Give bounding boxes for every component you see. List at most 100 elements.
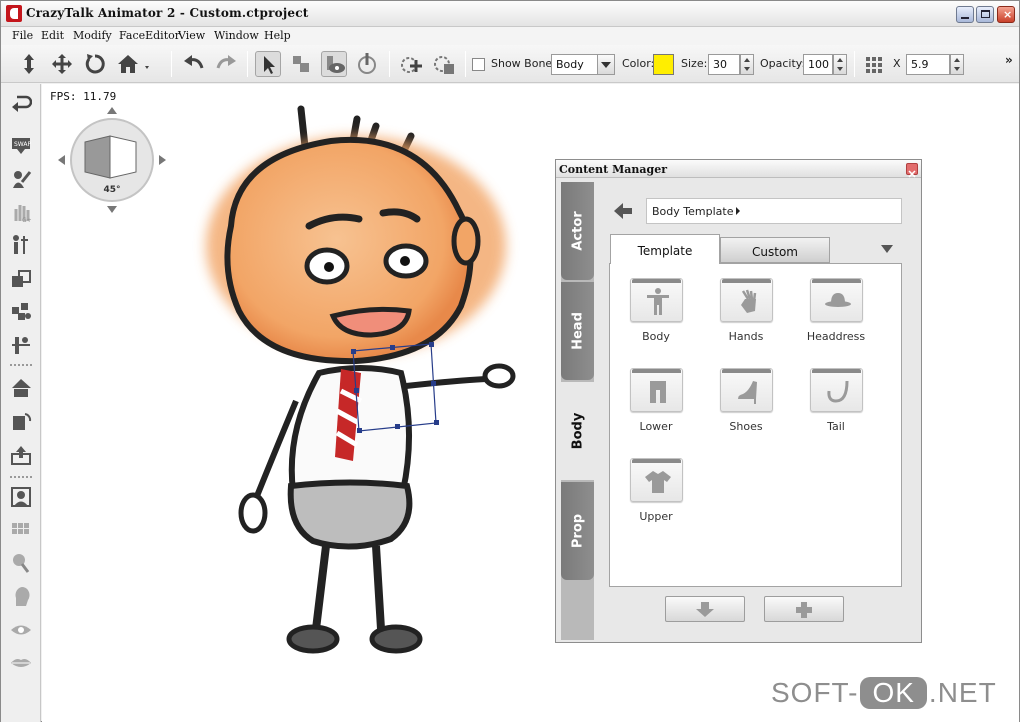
back-arrow-icon[interactable] bbox=[612, 200, 634, 222]
opacity-input[interactable]: 100 bbox=[803, 54, 833, 75]
minimize-button[interactable] bbox=[956, 6, 974, 23]
face-puppet-icon[interactable] bbox=[10, 552, 32, 574]
rotate-icon[interactable] bbox=[82, 51, 108, 77]
hand-gesture-icon[interactable]: G+2 bbox=[10, 201, 36, 224]
template-item-shoes[interactable]: Shoes bbox=[706, 360, 786, 440]
template-grid: Body Hands Headdress Lower Shoes Tail Up… bbox=[609, 263, 902, 587]
side-tab-strip: Actor Head Body Prop bbox=[561, 182, 594, 640]
select-arrow-icon[interactable] bbox=[255, 51, 281, 77]
camera-up-icon bbox=[107, 107, 117, 114]
bone-setup-icon[interactable] bbox=[10, 234, 32, 256]
show-bone-checkbox[interactable] bbox=[472, 58, 485, 71]
bone-view-icon[interactable] bbox=[321, 51, 347, 77]
main-toolbar: Show Bone Body Color: Size: 30 Opacity: … bbox=[1, 45, 1019, 83]
app-window: CrazyTalk Animator 2 - Custom.ctproject … bbox=[0, 0, 1020, 722]
bone-mode-dropdown-icon[interactable] bbox=[597, 54, 615, 75]
redo-icon[interactable] bbox=[213, 51, 239, 77]
opacity-spinner[interactable] bbox=[833, 54, 847, 75]
menu-faceeditor[interactable]: FaceEditor bbox=[119, 29, 180, 42]
window-title: CrazyTalk Animator 2 - Custom.ctproject bbox=[26, 6, 309, 20]
menu-edit[interactable]: Edit bbox=[41, 29, 64, 42]
breadcrumb[interactable]: Body Template bbox=[646, 198, 902, 224]
side-tab-head[interactable]: Head bbox=[561, 282, 594, 380]
template-item-lower[interactable]: Lower bbox=[616, 360, 696, 440]
breadcrumb-chevron-icon bbox=[736, 207, 741, 215]
add-bone-icon[interactable] bbox=[398, 51, 424, 77]
home-layer-icon[interactable] bbox=[10, 377, 32, 399]
tab-custom[interactable]: Custom bbox=[720, 237, 830, 263]
menu-view[interactable]: View bbox=[178, 29, 205, 42]
puzzle-icon[interactable] bbox=[10, 301, 32, 323]
side-tab-body[interactable]: Body bbox=[561, 382, 594, 480]
delete-bone-icon[interactable] bbox=[431, 51, 457, 77]
face-portrait-icon[interactable] bbox=[10, 486, 32, 508]
content-manager-title-bar[interactable]: Content Manager bbox=[556, 160, 921, 178]
camera-angle-label: 45° bbox=[103, 185, 120, 195]
move-vertical-icon[interactable] bbox=[16, 51, 42, 77]
size-spinner[interactable] bbox=[740, 54, 754, 75]
bone-mode-select[interactable]: Body bbox=[551, 54, 599, 75]
template-item-upper[interactable]: Upper bbox=[616, 450, 696, 530]
camera-down-icon bbox=[107, 206, 117, 213]
x-label: X bbox=[893, 57, 901, 70]
export-icon[interactable] bbox=[10, 444, 32, 466]
pose-align-icon[interactable] bbox=[10, 334, 32, 356]
size-input[interactable]: 30 bbox=[708, 54, 740, 75]
body-icon bbox=[647, 288, 669, 315]
menu-window[interactable]: Window bbox=[214, 29, 259, 42]
template-item-hands[interactable]: Hands bbox=[706, 270, 786, 350]
pivot-icon[interactable] bbox=[354, 51, 380, 77]
content-manager-close-icon[interactable] bbox=[906, 163, 918, 178]
maximize-button[interactable] bbox=[976, 6, 994, 23]
tab-template[interactable]: Template bbox=[610, 234, 720, 264]
app-logo-icon bbox=[6, 5, 22, 22]
tail-icon bbox=[827, 380, 849, 403]
camera-right-icon bbox=[159, 155, 166, 165]
lips-icon[interactable] bbox=[10, 652, 32, 674]
show-bone-label: Show Bone bbox=[491, 57, 553, 70]
close-button[interactable]: × bbox=[997, 6, 1015, 23]
sprite-replace-icon[interactable] bbox=[10, 411, 32, 433]
template-item-body[interactable]: Body bbox=[616, 270, 696, 350]
title-bar: CrazyTalk Animator 2 - Custom.ctproject … bbox=[1, 1, 1019, 27]
opacity-label: Opacity: bbox=[760, 57, 806, 70]
menu-modify[interactable]: Modify bbox=[73, 29, 112, 42]
apply-down-button[interactable] bbox=[665, 596, 745, 622]
head-icon[interactable] bbox=[10, 586, 32, 608]
side-tab-prop[interactable]: Prop bbox=[561, 482, 594, 580]
face-grid-icon[interactable] bbox=[10, 519, 32, 541]
x-input[interactable]: 5.9 bbox=[906, 54, 950, 75]
template-item-headdress[interactable]: Headdress bbox=[796, 270, 876, 350]
layer-order-icon[interactable] bbox=[10, 268, 32, 290]
tab-menu-dropdown-icon[interactable] bbox=[881, 245, 893, 253]
character-actor[interactable] bbox=[191, 101, 521, 666]
headdress-icon bbox=[825, 293, 851, 307]
side-tab-actor[interactable]: Actor bbox=[561, 182, 594, 280]
swap-icon[interactable]: SWAP bbox=[10, 134, 32, 156]
x-spinner[interactable] bbox=[950, 54, 964, 75]
scale-icon[interactable] bbox=[288, 51, 314, 77]
size-label: Size: bbox=[681, 57, 708, 70]
character-edit-icon[interactable] bbox=[10, 168, 32, 190]
left-toolbar: SWAP G+2 bbox=[1, 84, 41, 722]
add-item-button[interactable] bbox=[764, 596, 844, 622]
content-manager-panel: Content Manager Actor Head Body Prop Bod… bbox=[555, 159, 922, 643]
return-icon[interactable] bbox=[10, 92, 33, 114]
shoes-icon bbox=[738, 381, 757, 404]
move-icon[interactable] bbox=[49, 51, 75, 77]
color-swatch[interactable] bbox=[653, 54, 674, 75]
camera-rotate-widget[interactable]: 45° bbox=[54, 102, 170, 218]
eye-icon[interactable] bbox=[10, 619, 32, 641]
watermark: SOFT- OK .NET bbox=[771, 677, 997, 709]
grid-icon[interactable] bbox=[861, 51, 887, 77]
toolbar-overflow-icon[interactable]: » bbox=[1005, 53, 1013, 67]
plus-icon bbox=[796, 602, 812, 618]
menu-help[interactable]: Help bbox=[264, 29, 291, 42]
content-manager-title: Content Manager bbox=[559, 163, 667, 176]
menu-file[interactable]: File bbox=[12, 29, 33, 42]
menu-bar: File Edit Modify FaceEditor View Window … bbox=[1, 27, 1019, 45]
home-dropdown-icon[interactable] bbox=[115, 51, 153, 77]
undo-icon[interactable] bbox=[181, 51, 207, 77]
template-item-tail[interactable]: Tail bbox=[796, 360, 876, 440]
svg-text:SWAP: SWAP bbox=[14, 141, 32, 148]
